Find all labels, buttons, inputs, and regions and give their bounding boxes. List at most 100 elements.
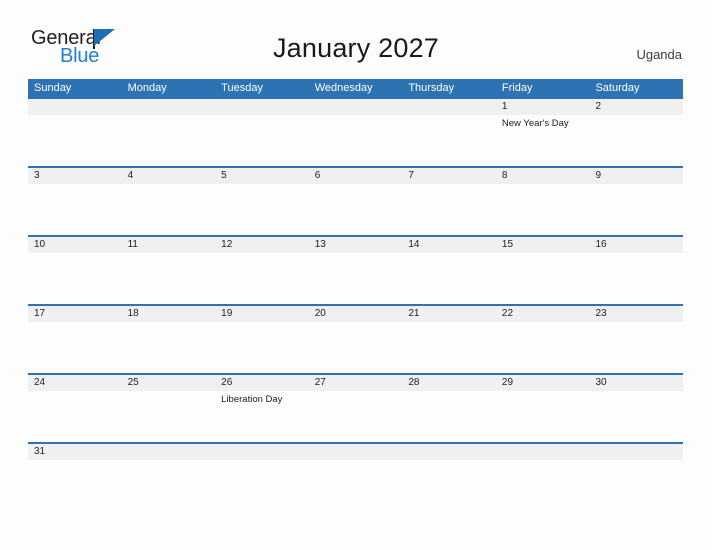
weekday-header-row: Sunday Monday Tuesday Wednesday Thursday…: [28, 79, 683, 97]
week-event-band: [28, 460, 683, 474]
day-number[interactable]: 28: [402, 375, 496, 391]
weekday-header-sunday: Sunday: [34, 82, 72, 94]
calendar-page: General Blue January 2027 Uganda Sunday …: [0, 0, 712, 550]
day-event: [122, 322, 216, 373]
day-number[interactable]: 15: [496, 237, 590, 253]
week-number-band: 10 11 12 13 14 15 16: [28, 237, 683, 253]
day-event: [496, 184, 590, 235]
day-number[interactable]: 24: [28, 375, 122, 391]
day-event: [496, 322, 590, 373]
day-number[interactable]: 30: [589, 375, 683, 391]
day-number[interactable]: 25: [122, 375, 216, 391]
day-event: [589, 460, 683, 474]
week-number-band: 3 4 5 6 7 8 9: [28, 168, 683, 184]
day-number[interactable]: 12: [215, 237, 309, 253]
day-event: [28, 184, 122, 235]
day-event: [122, 460, 216, 474]
day-number[interactable]: [496, 444, 590, 460]
day-event: [215, 184, 309, 235]
week-row: 1 2 New Year's Day: [28, 97, 683, 166]
day-number[interactable]: 18: [122, 306, 216, 322]
day-event: [402, 322, 496, 373]
day-event: [215, 322, 309, 373]
day-number[interactable]: 29: [496, 375, 590, 391]
day-number[interactable]: 22: [496, 306, 590, 322]
day-number[interactable]: 27: [309, 375, 403, 391]
day-number[interactable]: 2: [589, 99, 683, 115]
day-number[interactable]: 10: [28, 237, 122, 253]
weekday-header-friday: Friday: [501, 82, 533, 94]
week-number-band: 31: [28, 444, 683, 460]
day-event: [215, 253, 309, 304]
week-row: 24 25 26 27 28 29 30 Liberation Day: [28, 373, 683, 442]
day-number[interactable]: 8: [496, 168, 590, 184]
day-number[interactable]: 14: [402, 237, 496, 253]
week-event-band: [28, 253, 683, 304]
day-event: [215, 115, 309, 166]
day-number[interactable]: 31: [28, 444, 122, 460]
day-event: [589, 253, 683, 304]
day-number[interactable]: 5: [215, 168, 309, 184]
page-header: General Blue January 2027 Uganda: [0, 0, 712, 76]
day-number[interactable]: [402, 444, 496, 460]
week-event-band: Liberation Day: [28, 391, 683, 442]
weekday-header-monday: Monday: [127, 82, 167, 94]
weekday-header-saturday: Saturday: [595, 82, 640, 94]
day-number[interactable]: 9: [589, 168, 683, 184]
day-event: [122, 253, 216, 304]
day-event: [309, 460, 403, 474]
day-number[interactable]: 11: [122, 237, 216, 253]
week-row: 17 18 19 20 21 22 23: [28, 304, 683, 373]
day-event: [309, 184, 403, 235]
day-event: [589, 391, 683, 442]
day-number[interactable]: 23: [589, 306, 683, 322]
day-number[interactable]: 4: [122, 168, 216, 184]
day-number[interactable]: 26: [215, 375, 309, 391]
day-number[interactable]: [215, 99, 309, 115]
day-number[interactable]: [215, 444, 309, 460]
day-number[interactable]: [122, 99, 216, 115]
week-number-band: 17 18 19 20 21 22 23: [28, 306, 683, 322]
week-number-band: 24 25 26 27 28 29 30: [28, 375, 683, 391]
day-event: [28, 391, 122, 442]
day-number[interactable]: 16: [589, 237, 683, 253]
day-number[interactable]: 21: [402, 306, 496, 322]
day-number[interactable]: 1: [496, 99, 590, 115]
week-row: 31: [28, 442, 683, 474]
day-event: [28, 460, 122, 474]
day-event: [28, 322, 122, 373]
day-number[interactable]: 6: [309, 168, 403, 184]
day-event: [309, 115, 403, 166]
day-number[interactable]: [402, 99, 496, 115]
day-event: [309, 391, 403, 442]
weekday-header-tuesday: Tuesday: [221, 82, 263, 94]
day-event: [28, 115, 122, 166]
week-event-band: [28, 184, 683, 235]
day-event: [589, 184, 683, 235]
calendar-grid: Sunday Monday Tuesday Wednesday Thursday…: [28, 79, 683, 474]
day-number[interactable]: 3: [28, 168, 122, 184]
day-number[interactable]: [122, 444, 216, 460]
day-number[interactable]: 17: [28, 306, 122, 322]
day-event: [402, 460, 496, 474]
day-event: [589, 322, 683, 373]
weekday-header-wednesday: Wednesday: [314, 82, 373, 94]
day-number[interactable]: [309, 444, 403, 460]
day-number[interactable]: 13: [309, 237, 403, 253]
day-number[interactable]: [309, 99, 403, 115]
day-event: [589, 115, 683, 166]
day-event: New Year's Day: [501, 118, 569, 129]
day-number[interactable]: [589, 444, 683, 460]
week-row: 10 11 12 13 14 15 16: [28, 235, 683, 304]
day-number[interactable]: [28, 99, 122, 115]
day-event: [402, 391, 496, 442]
day-event: [402, 253, 496, 304]
day-number[interactable]: 20: [309, 306, 403, 322]
region-label: Uganda: [636, 47, 682, 62]
day-number[interactable]: 19: [215, 306, 309, 322]
day-event: [122, 391, 216, 442]
day-event: [122, 115, 216, 166]
week-row: 3 4 5 6 7 8 9: [28, 166, 683, 235]
week-event-band: New Year's Day: [28, 115, 683, 166]
day-number[interactable]: 7: [402, 168, 496, 184]
